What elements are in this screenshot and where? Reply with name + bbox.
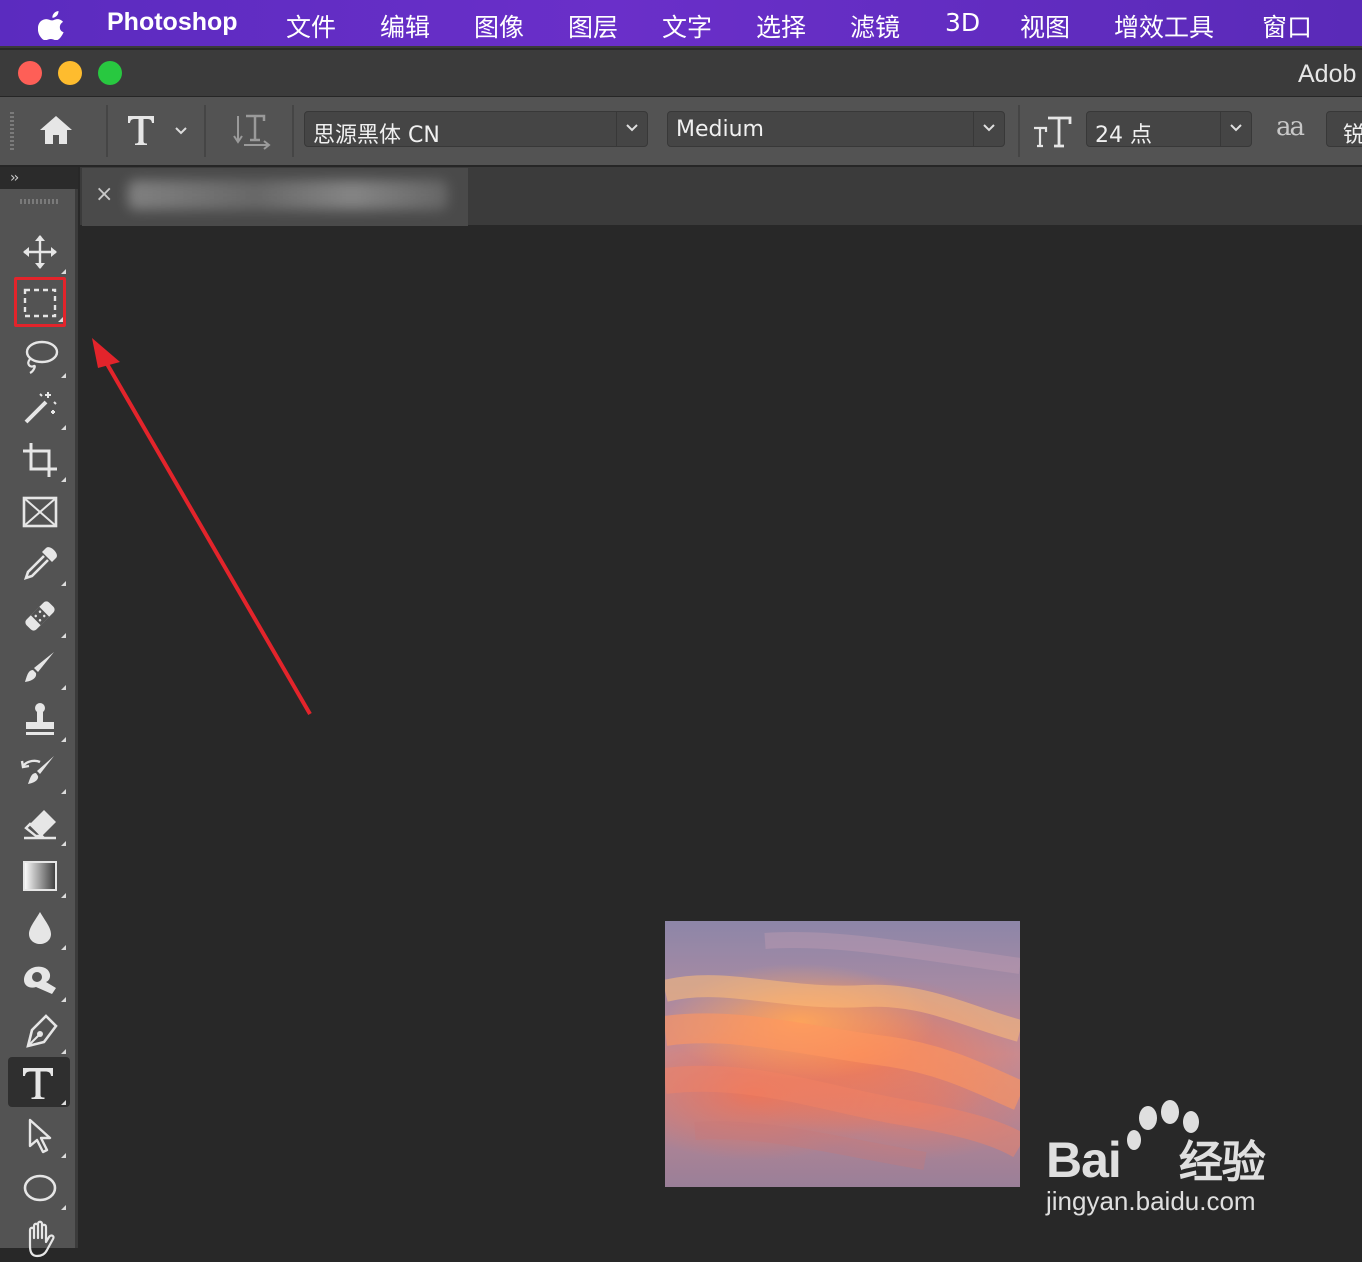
history-brush-tool[interactable] — [14, 746, 66, 796]
font-family-dropdown[interactable] — [616, 112, 647, 146]
gradient-tool[interactable] — [14, 850, 66, 900]
magic-wand-tool[interactable] — [14, 382, 66, 432]
hand-icon — [28, 1220, 55, 1258]
ellipse-tool[interactable] — [14, 1162, 66, 1212]
crop-icon — [23, 443, 57, 477]
arrow-cursor-icon — [28, 1118, 52, 1154]
home-icon[interactable] — [38, 113, 74, 147]
separator — [106, 105, 108, 157]
menu-filter[interactable]: 滤镜 — [850, 8, 900, 44]
brush-icon — [25, 652, 54, 682]
document-image[interactable] — [665, 921, 1020, 1187]
menu-view[interactable]: 视图 — [1020, 8, 1070, 44]
apple-icon[interactable] — [38, 8, 68, 40]
type-tool-icon — [128, 116, 154, 145]
tab-close-icon[interactable]: × — [95, 182, 113, 207]
window-title-bar — [0, 50, 1362, 97]
font-size-dropdown[interactable] — [1220, 112, 1251, 146]
frame-icon — [22, 496, 58, 528]
dodge-tool[interactable] — [14, 954, 66, 1004]
magic-wand-icon — [24, 392, 57, 424]
chevron-down-icon — [1230, 124, 1242, 132]
move-tool[interactable] — [14, 226, 66, 276]
path-selection-tool[interactable] — [14, 1110, 66, 1160]
droplet-icon — [29, 912, 51, 944]
text-orientation-icon[interactable] — [232, 112, 272, 150]
pen-icon — [26, 1014, 58, 1048]
rectangular-marquee-icon — [23, 288, 57, 318]
lasso-tool[interactable] — [14, 330, 66, 380]
toolbox-grip[interactable] — [20, 199, 60, 204]
brush-tool[interactable] — [14, 642, 66, 692]
font-style-value: Medium — [676, 117, 764, 142]
menu-type[interactable]: 文字 — [662, 8, 712, 44]
font-family-select[interactable]: 思源黑体 CN — [304, 111, 648, 148]
menu-layer[interactable]: 图层 — [568, 8, 618, 44]
window-zoom-button[interactable] — [98, 61, 122, 85]
chevron-down-icon — [983, 124, 995, 132]
ellipse-icon — [23, 1174, 57, 1202]
cloud-streaks — [665, 932, 1020, 1170]
move-icon — [23, 235, 57, 269]
hand-tool[interactable] — [14, 1212, 66, 1262]
font-size-icon — [1034, 116, 1072, 148]
window-close-button[interactable] — [18, 61, 42, 85]
menu-plugins[interactable]: 增效工具 — [1114, 8, 1214, 44]
frame-tool[interactable] — [14, 486, 66, 536]
tool-preset-picker[interactable] — [120, 110, 192, 150]
font-family-value: 思源黑体 CN — [313, 123, 440, 148]
separator — [1018, 105, 1020, 157]
menu-3d[interactable]: 3D — [945, 8, 980, 37]
menu-edit[interactable]: 编辑 — [380, 8, 430, 44]
window-title: Adob — [1298, 60, 1357, 88]
font-size-value: 24 点 — [1095, 123, 1152, 148]
history-brush-icon — [20, 756, 54, 784]
font-style-select[interactable]: Medium — [667, 111, 1005, 147]
font-size-select[interactable]: 24 点 — [1086, 111, 1252, 148]
separator — [204, 105, 206, 157]
stamp-icon — [26, 703, 54, 735]
menu-file[interactable]: 文件 — [286, 8, 336, 44]
blur-tool[interactable] — [14, 902, 66, 952]
window-minimize-button[interactable] — [58, 61, 82, 85]
eraser-tool[interactable] — [14, 798, 66, 848]
gradient-icon — [23, 861, 57, 891]
type-tool[interactable] — [8, 1057, 70, 1107]
font-style-dropdown[interactable] — [973, 112, 1004, 146]
separator — [292, 105, 294, 157]
rectangular-marquee-tool[interactable] — [14, 277, 66, 327]
menu-image[interactable]: 图像 — [474, 8, 524, 44]
menu-window[interactable]: 窗口 — [1262, 8, 1312, 44]
app-name-menu[interactable]: Photoshop — [107, 8, 238, 37]
watermark-brand: Bai 经验 — [1046, 1132, 1266, 1188]
watermark-url: jingyan.baidu.com — [1046, 1186, 1256, 1216]
dodge-icon — [24, 966, 56, 994]
pen-tool[interactable] — [14, 1006, 66, 1056]
healing-brush-tool[interactable] — [14, 590, 66, 640]
eyedropper-tool[interactable] — [14, 538, 66, 588]
eyedropper-icon — [23, 547, 57, 581]
chevron-down-icon — [175, 127, 187, 135]
anti-alias-value: 锐 — [1343, 123, 1362, 148]
type-icon — [23, 1068, 53, 1099]
lasso-icon — [25, 340, 59, 374]
options-bar-grip[interactable] — [10, 112, 14, 152]
anti-alias-select[interactable]: 锐 — [1326, 111, 1362, 148]
chevron-down-icon — [626, 124, 638, 132]
collapse-icon[interactable]: ›› — [10, 170, 19, 186]
anti-alias-icon: aa — [1276, 112, 1305, 142]
clone-stamp-tool[interactable] — [14, 694, 66, 744]
bandage-icon — [25, 601, 55, 631]
menu-bar: Photoshop 文件 编辑 图像 图层 文字 选择 滤镜 3D 视图 增效工… — [0, 0, 1362, 48]
menu-select[interactable]: 选择 — [756, 8, 806, 44]
document-tab-title-blurred — [128, 180, 448, 210]
crop-tool[interactable] — [14, 434, 66, 484]
eraser-icon — [24, 810, 56, 840]
